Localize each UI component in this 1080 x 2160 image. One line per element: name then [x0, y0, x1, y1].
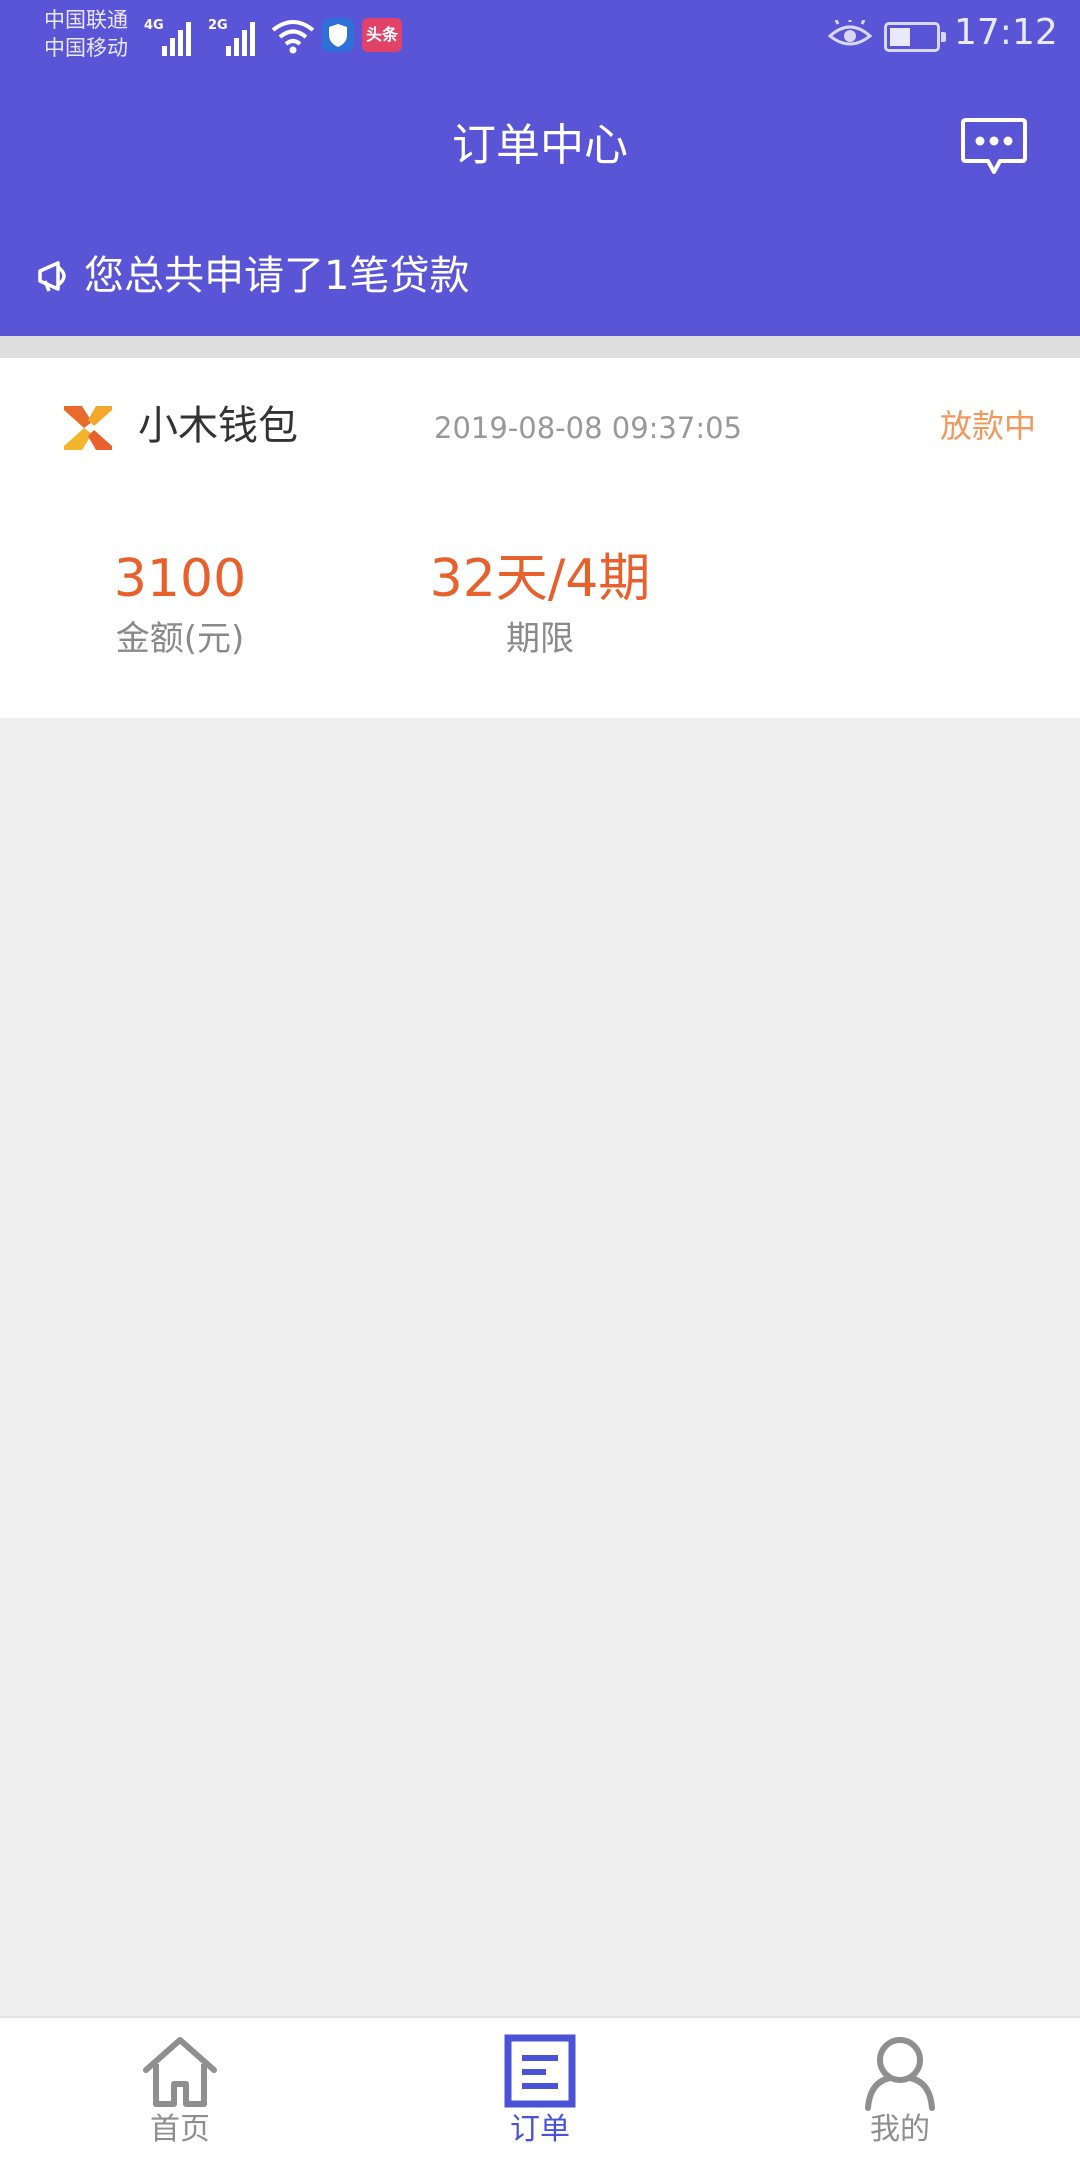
megaphone-icon — [38, 261, 66, 292]
order-list-icon — [504, 2034, 576, 2108]
network-2-label: 2G — [208, 18, 228, 33]
shield-icon — [322, 18, 354, 52]
amount-stat: 3100 金额(元) — [80, 544, 280, 664]
battery-icon — [884, 22, 946, 52]
order-status: 放款中 — [939, 407, 1036, 445]
product-name: 小木钱包 — [138, 403, 298, 449]
amount-label: 金额(元) — [115, 619, 245, 659]
xiaomu-wallet-logo-icon — [64, 406, 112, 450]
carrier-1: 中国联通 — [44, 8, 128, 32]
status-bar: 中国联通 中国移动 4G 2G 头条 17:12 — [0, 0, 1080, 72]
page-title: 订单中心 — [452, 120, 628, 171]
section-divider — [0, 336, 1080, 358]
nav-mine[interactable]: 我的 — [800, 2018, 1000, 2160]
nav-home[interactable]: 首页 — [80, 2018, 280, 2160]
amount-value: 3100 — [113, 549, 247, 609]
nav-orders-label: 订单 — [510, 2112, 570, 2147]
carrier-2: 中国移动 — [44, 36, 128, 60]
app-screen: 中国联通 中国移动 4G 2G 头条 17:12 订单中心 您总共申请了1笔贷款… — [0, 0, 1080, 2160]
header: 中国联通 中国移动 4G 2G 头条 17:12 订单中心 您总共申请了1笔贷款 — [0, 0, 1080, 336]
order-card[interactable]: 小木钱包 2019-08-08 09:37:05 放款中 3100 金额(元) … — [0, 358, 1080, 718]
wifi-icon — [271, 20, 315, 54]
carrier-info: 中国联通 中国移动 — [44, 6, 128, 62]
nav-mine-label: 我的 — [870, 2112, 930, 2147]
toutiao-app-icon: 头条 — [362, 18, 402, 52]
eye-comfort-icon — [828, 20, 872, 46]
notice-text: 您总共申请了1笔贷款 — [84, 253, 470, 299]
term-label: 期限 — [506, 619, 574, 659]
person-icon — [865, 2037, 935, 2111]
home-icon — [143, 2037, 217, 2107]
nav-home-label: 首页 — [150, 2112, 210, 2147]
term-stat: 32天/4期 期限 — [410, 544, 670, 664]
nav-orders[interactable]: 订单 — [440, 2018, 640, 2160]
loan-notice: 您总共申请了1笔贷款 — [36, 248, 469, 304]
order-time: 2019-08-08 09:37:05 — [434, 411, 742, 445]
bottom-nav: 首页 订单 我的 — [0, 2016, 1080, 2160]
chat-bubble-icon[interactable] — [960, 116, 1028, 178]
term-value: 32天/4期 — [429, 549, 651, 609]
network-1-label: 4G — [144, 18, 164, 33]
clock: 17:12 — [954, 12, 1058, 53]
